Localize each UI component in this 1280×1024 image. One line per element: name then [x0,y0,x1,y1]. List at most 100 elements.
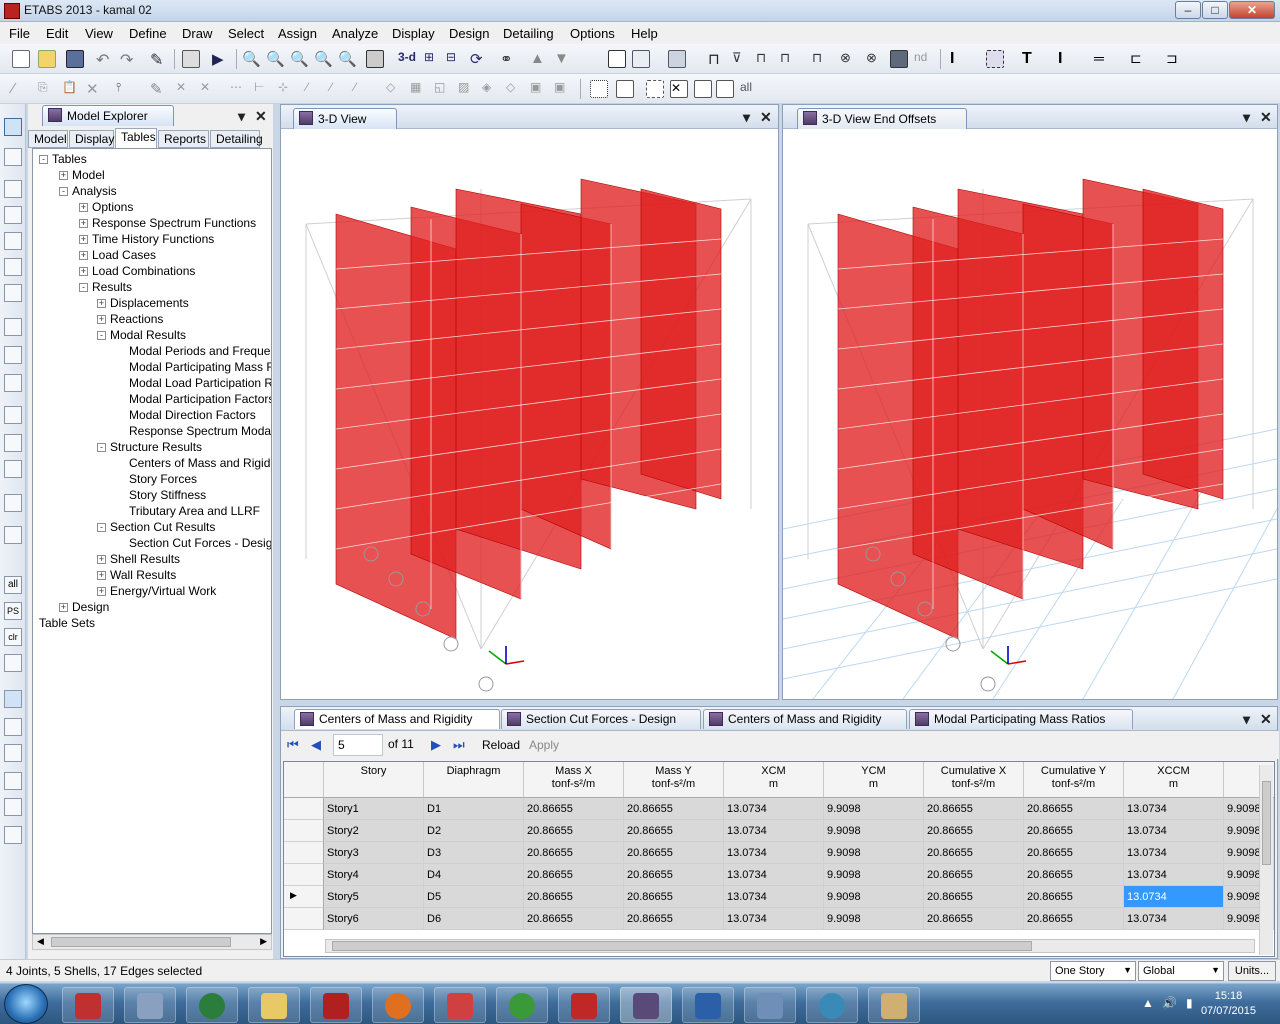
expand-icon[interactable]: + [59,171,68,180]
shell-icon[interactable]: ◇ [386,80,404,98]
snap-fine-grid-icon[interactable] [4,826,22,844]
table-cell[interactable]: 20.86655 [624,886,724,908]
table-cell[interactable]: 13.0734 [1124,886,1224,908]
delete-icon[interactable]: ✕ [86,80,104,98]
deselect-icon[interactable]: ✕ [670,80,688,98]
close-view-icon[interactable]: ✕ [760,109,772,126]
release-icon[interactable]: ⊽ [732,50,750,68]
table-cell[interactable]: 20.86655 [924,908,1024,930]
beam-icon[interactable]: I [1058,50,1076,68]
frame-icon[interactable]: ⊓ [708,50,726,68]
taskbar-app-10[interactable] [682,987,734,1023]
column-header[interactable]: Cumulative Xtonf-s²/m [924,762,1024,798]
expand-icon[interactable]: + [97,587,106,596]
table-cell[interactable]: Story3 [324,842,424,864]
table-cell[interactable]: 20.86655 [624,798,724,820]
tree-item[interactable]: + Displacements [97,296,189,312]
pointer-icon[interactable] [4,118,22,136]
scroll-left-icon[interactable]: ◀ [37,936,44,947]
column-header[interactable]: Mass Xtonf-s²/m [524,762,624,798]
apply-button[interactable]: Apply [529,738,559,752]
close-button[interactable]: ✕ [1229,1,1275,19]
table-cell[interactable]: 20.86655 [1024,886,1124,908]
previous-selection-icon[interactable]: PS [4,602,22,620]
snap-lines-icon[interactable] [4,798,22,816]
column-header[interactable]: XCCM m [1124,762,1224,798]
select-poly-icon[interactable] [616,80,634,98]
select-all-icon[interactable]: all [4,576,22,594]
copy-icon[interactable]: ⎘ [38,80,56,98]
table-cell[interactable]: 20.86655 [524,908,624,930]
table-cell[interactable]: D1 [424,798,524,820]
table-cell[interactable]: 13.0734 [1124,798,1224,820]
collapse-icon[interactable]: - [39,155,48,164]
expand-icon[interactable]: + [79,251,88,260]
tree-item[interactable]: Modal Load Participation Rati [129,376,271,392]
table-cell[interactable]: 20.86655 [1024,820,1124,842]
network-icon[interactable]: ▮ [1186,996,1193,1010]
menu-display[interactable]: Display [392,26,435,41]
draw-floor-icon[interactable] [4,318,22,336]
null-area-icon[interactable]: ◇ [506,80,524,98]
table-cell[interactable]: 20.86655 [524,886,624,908]
table-tab-modal-mass[interactable]: Modal Participating Mass Ratios [909,709,1133,729]
snap-intersections-icon[interactable] [4,744,22,762]
plan-view-icon[interactable]: ⊞ [424,50,442,68]
table-cell[interactable]: 20.86655 [1024,798,1124,820]
table-cell[interactable]: D2 [424,820,524,842]
select-window-icon[interactable] [590,80,608,98]
maximize-button[interactable]: □ [1202,1,1228,19]
draw-icon[interactable]: ✎ [150,80,168,98]
tree-item[interactable]: - Modal Results [97,328,186,344]
taskbar-app-1[interactable] [62,987,114,1023]
menu-draw[interactable]: Draw [182,26,212,41]
table-cell[interactable]: 20.86655 [1024,842,1124,864]
tree-item[interactable]: Story Forces [129,472,197,488]
perspective-icon[interactable]: ⚭ [500,50,518,68]
etabs-app-icon[interactable] [4,3,20,19]
floor-icon[interactable]: ◱ [434,80,452,98]
snap-perp-icon[interactable]: ⁄ [330,80,348,98]
expand-icon[interactable]: + [79,267,88,276]
table-cell[interactable]: Story5 [324,886,424,908]
table-cell[interactable]: 20.86655 [924,820,1024,842]
zoom-out-icon[interactable]: 🔍 [338,50,357,68]
ramp-icon[interactable]: ◈ [482,80,500,98]
table-cell[interactable]: 20.86655 [524,820,624,842]
tree-item[interactable]: Table Sets [39,616,95,632]
column-header[interactable]: Story [324,762,424,798]
view-3d-icon[interactable]: 3-d [398,50,422,68]
table-cell[interactable]: 13.0734 [724,842,824,864]
menu-help[interactable]: Help [631,26,658,41]
wall-opening-icon[interactable]: ▦ [410,80,428,98]
last-page-icon[interactable]: ⏭ [453,737,465,753]
draw-brace-icon[interactable] [4,258,22,276]
taskbar-app-5[interactable] [310,987,362,1023]
table-cell[interactable]: 13.0734 [724,798,824,820]
menu-file[interactable]: File [9,26,30,41]
tree-item[interactable]: Centers of Mass and Rigidity [129,456,271,472]
move-down-icon[interactable]: ▼ [554,50,572,68]
table-cell[interactable]: Story2 [324,820,424,842]
model-explorer-tab[interactable]: Model Explorer [42,105,174,126]
draw-rect-icon[interactable] [4,346,22,364]
scroll-thumb[interactable] [1262,781,1271,865]
table-cell[interactable]: 13.0734 [724,864,824,886]
minimize-button[interactable]: – [1175,1,1201,19]
chevron-down-icon[interactable]: ▾ [1243,711,1250,728]
taskbar-app-2[interactable] [124,987,176,1023]
chevron-down-icon[interactable]: ▾ [743,109,750,126]
table-cell[interactable]: 13.0734 [1124,864,1224,886]
grid-lines-icon[interactable]: ▣ [554,80,572,98]
snap-end-icon[interactable]: ⊢ [254,80,272,98]
expand-icon[interactable]: + [59,603,68,612]
clear-selection-icon[interactable]: clr [4,628,22,646]
table-cell[interactable]: 9.9098 [824,864,924,886]
tree-item[interactable]: + Shell Results [97,552,180,568]
volume-icon[interactable]: 🔊 [1162,996,1177,1010]
column-header[interactable]: XCM m [724,762,824,798]
table-cell[interactable]: 20.86655 [524,798,624,820]
column-header[interactable]: Cumulative Ytonf-s²/m [1024,762,1124,798]
table-cell[interactable]: 20.86655 [1024,864,1124,886]
column-header[interactable]: Diaphragm [424,762,524,798]
